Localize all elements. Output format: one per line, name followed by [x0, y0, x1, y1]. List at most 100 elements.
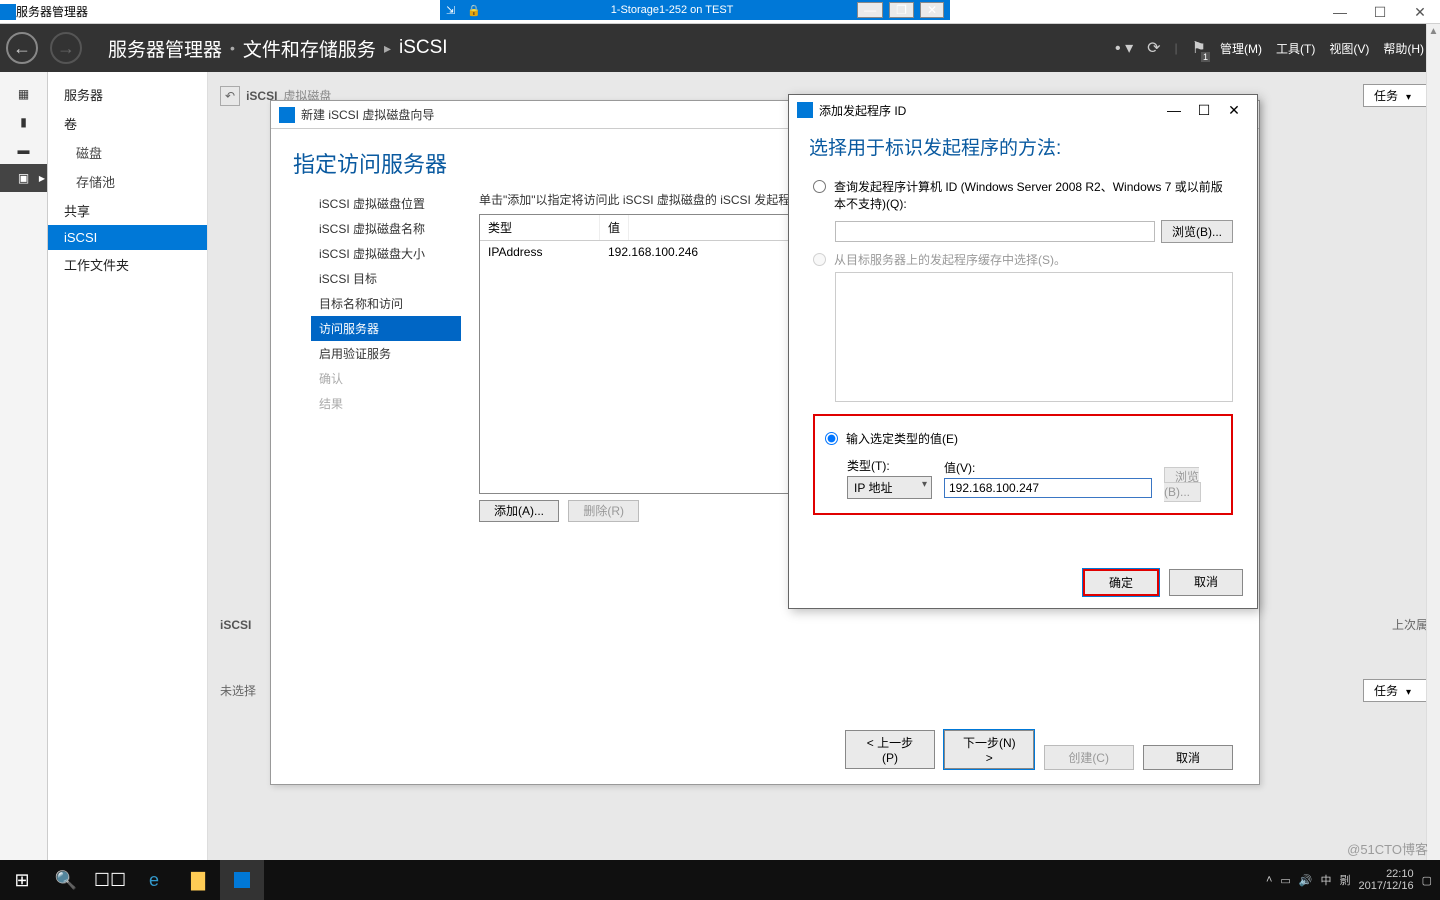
action-center-icon[interactable]: ▢: [1422, 874, 1432, 887]
add-button[interactable]: 添加(A)...: [479, 500, 559, 522]
value-input[interactable]: [944, 478, 1152, 498]
type-label: 类型(T):: [847, 455, 932, 476]
forward-button[interactable]: →: [50, 32, 82, 64]
menu-tools[interactable]: 工具(T): [1276, 40, 1315, 57]
unselected-label: 未选择: [220, 682, 256, 699]
nav-iscsi[interactable]: iSCSI: [48, 225, 207, 250]
cell-value[interactable]: 192.168.100.246: [600, 241, 706, 263]
wizard-cancel-button[interactable]: 取消: [1143, 745, 1233, 770]
dlg-close[interactable]: ✕: [1219, 102, 1249, 119]
wiz-step[interactable]: iSCSI 目标: [311, 266, 461, 291]
back-button[interactable]: ←: [6, 32, 38, 64]
search-icon[interactable]: 🔍: [44, 860, 88, 900]
tasks-dropdown-2[interactable]: 任务: [1363, 679, 1428, 702]
rail-all-servers-icon[interactable]: ▬: [0, 136, 47, 164]
radio-opt2: [813, 253, 826, 266]
computer-id-input[interactable]: [835, 221, 1155, 242]
ok-button[interactable]: 确定: [1083, 569, 1159, 596]
section2-title: iSCSI: [220, 618, 251, 632]
network-icon[interactable]: ▭: [1280, 874, 1290, 887]
nav-shares[interactable]: 共享: [48, 196, 207, 225]
menu-view[interactable]: 视图(V): [1329, 40, 1369, 57]
refresh-icon[interactable]: ⟳: [1147, 38, 1160, 58]
remote-session-banner[interactable]: ⇲ 🔒 1-Storage1-252 on TEST — ❐ ✕: [440, 0, 950, 20]
nav-storage-pools[interactable]: 存储池: [48, 167, 207, 196]
nav-volumes[interactable]: 卷: [48, 109, 207, 138]
radio-from-cache: 从目标服务器上的发起程序缓存中选择(S)。: [813, 247, 1233, 272]
crumb-0[interactable]: 服务器管理器: [108, 35, 222, 62]
header-menu: • ▾ ⟳ | ⚑1 管理(M) 工具(T) 视图(V) 帮助(H): [1115, 38, 1440, 58]
chevron-right-icon: ▸: [384, 40, 391, 57]
pin-icon[interactable]: ⇲: [440, 4, 461, 17]
clock[interactable]: 22:10 2017/12/16: [1359, 868, 1414, 892]
radio-opt1[interactable]: [813, 180, 826, 193]
nav-disks[interactable]: 磁盘: [48, 138, 207, 167]
content-area: ↶ iSCSI 虚拟磁盘 任务 新建 iSCSI 虚拟磁盘向导 指定访问服务器 …: [208, 72, 1440, 860]
nav-work-folders[interactable]: 工作文件夹: [48, 250, 207, 279]
tasks-dropdown[interactable]: 任务: [1363, 84, 1428, 107]
crumb-2[interactable]: iSCSI: [399, 37, 448, 59]
menu-manage[interactable]: 管理(M): [1220, 40, 1262, 57]
wiz-step-active[interactable]: 访问服务器: [311, 316, 461, 341]
remote-minimize[interactable]: —: [857, 2, 883, 18]
crumb-1[interactable]: 文件和存储服务: [243, 35, 376, 62]
dropdown-icon[interactable]: • ▾: [1115, 38, 1133, 58]
tray-up-icon[interactable]: ˄: [1266, 874, 1272, 886]
wiz-step[interactable]: 目标名称和访问: [311, 291, 461, 316]
scrollbar[interactable]: ▲: [1426, 24, 1440, 860]
wiz-step[interactable]: iSCSI 虚拟磁盘大小: [311, 241, 461, 266]
next-button[interactable]: 下一步(N) >: [944, 730, 1034, 769]
wizard-footer: < 上一步(P) 下一步(N) > 创建(C) 取消: [845, 730, 1239, 770]
wiz-step[interactable]: iSCSI 虚拟磁盘位置: [311, 191, 461, 216]
remote-close[interactable]: ✕: [920, 2, 944, 18]
dialog-titlebar[interactable]: 添加发起程序 ID — ☐ ✕: [789, 95, 1257, 125]
rail-file-storage-icon[interactable]: ▣: [0, 164, 47, 192]
ie-icon[interactable]: e: [132, 860, 176, 900]
wiz-step[interactable]: iSCSI 虚拟磁盘名称: [311, 216, 461, 241]
taskbar[interactable]: ⊞ 🔍 ☐☐ e ▇ ˄ ▭ 🔊 中 㔀 22:10 2017/12/16 ▢: [0, 860, 1440, 900]
prev-button[interactable]: < 上一步(P): [845, 730, 935, 769]
cell-type[interactable]: IPAddress: [480, 241, 600, 263]
minimize-button[interactable]: —: [1320, 0, 1360, 24]
wiz-step[interactable]: 启用验证服务: [311, 341, 461, 366]
server-manager-taskbar-icon[interactable]: [220, 860, 264, 900]
remote-restore[interactable]: ❐: [889, 2, 914, 18]
radio-opt3[interactable]: [825, 432, 838, 445]
opt3-label: 输入选定类型的值(E): [846, 430, 958, 447]
menu-help[interactable]: 帮助(H): [1383, 40, 1424, 57]
highlighted-option-box: 输入选定类型的值(E) 类型(T): IP 地址 值(V): 浏览(B)...: [813, 414, 1233, 515]
radio-query-computer[interactable]: 查询发起程序计算机 ID (Windows Server 2008 R2、Win…: [813, 174, 1233, 216]
rail-dashboard-icon[interactable]: ▦: [0, 80, 47, 108]
notifications-flag-icon[interactable]: ⚑1: [1192, 38, 1206, 58]
back-arrow-icon[interactable]: ↶: [220, 86, 240, 106]
value-label: 值(V):: [944, 457, 1152, 478]
system-tray[interactable]: ˄ ▭ 🔊 中 㔀 22:10 2017/12/16 ▢: [1266, 868, 1440, 892]
dlg-minimize[interactable]: —: [1159, 102, 1189, 119]
scroll-up-icon[interactable]: ▲: [1427, 24, 1440, 39]
task-view-icon[interactable]: ☐☐: [88, 860, 132, 900]
start-button[interactable]: ⊞: [0, 860, 44, 900]
header-bar: ← → 服务器管理器 • 文件和存储服务 ▸ iSCSI • ▾ ⟳ | ⚑1 …: [0, 24, 1440, 72]
nav-column: 服务器 卷 磁盘 存储池 共享 iSCSI 工作文件夹: [48, 72, 208, 860]
server-manager-icon: [0, 4, 16, 20]
maximize-button[interactable]: ☐: [1360, 0, 1400, 24]
close-button[interactable]: ✕: [1400, 0, 1440, 24]
window-controls: — ☐ ✕: [1320, 0, 1440, 24]
dlg-maximize[interactable]: ☐: [1189, 102, 1219, 119]
lock-icon: 🔒: [461, 4, 487, 17]
breadcrumb: 服务器管理器 • 文件和存储服务 ▸ iSCSI: [108, 35, 448, 62]
wizard-icon: [279, 107, 295, 123]
ime-indicator[interactable]: 中: [1321, 872, 1332, 888]
icon-rail: ▦ ▮ ▬ ▣: [0, 72, 48, 860]
sound-icon[interactable]: 🔊: [1299, 874, 1313, 887]
cancel-button[interactable]: 取消: [1169, 569, 1243, 596]
nav-servers[interactable]: 服务器: [48, 80, 207, 109]
ime-icon[interactable]: 㔀: [1340, 872, 1351, 888]
col-type[interactable]: 类型: [480, 215, 600, 240]
browse-button-1[interactable]: 浏览(B)...: [1161, 220, 1233, 243]
rail-local-icon[interactable]: ▮: [0, 108, 47, 136]
col-value[interactable]: 值: [600, 215, 629, 240]
explorer-icon[interactable]: ▇: [176, 860, 220, 900]
type-select[interactable]: IP 地址: [847, 476, 932, 499]
radio-enter-value[interactable]: 输入选定类型的值(E): [825, 426, 1221, 451]
